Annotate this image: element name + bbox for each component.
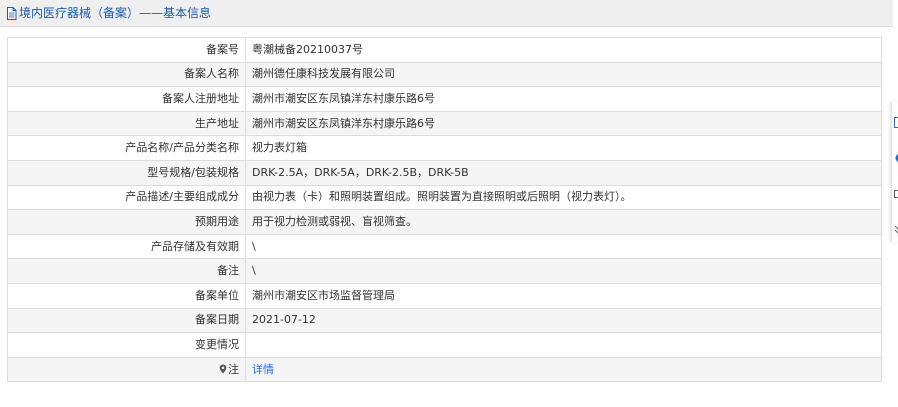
table-row: 备案人注册地址 潮州市潮安区东凤镇洋东村康乐路6号	[7, 86, 882, 112]
row-value: 潮州市潮安区东凤镇洋东村康乐路6号	[245, 86, 882, 112]
table-row: 备案人名称 潮州德任康科技发展有限公司	[7, 61, 882, 88]
row-value: 粤潮械备20210037号	[245, 37, 882, 63]
table-row: 产品存储及有效期 \	[7, 233, 882, 260]
note-label: 注	[228, 362, 239, 376]
row-label: 备案号	[7, 37, 246, 63]
row-value: \	[245, 233, 882, 260]
table-row: 产品名称/产品分类名称 视力表灯箱	[7, 135, 882, 161]
row-value	[245, 332, 882, 358]
table-row: 备案单位 潮州市潮安区市场监督管理局	[7, 282, 882, 309]
table-row: 变更情况	[7, 332, 882, 358]
row-value: \	[245, 258, 882, 284]
row-value: 视力表灯箱	[245, 135, 882, 161]
table-row: 备案号 粤潮械备20210037号	[7, 37, 882, 63]
row-label: 备案日期	[7, 307, 246, 334]
info-table: 备案号 粤潮械备20210037号 备案人名称 潮州德任康科技发展有限公司 备案…	[7, 37, 882, 383]
side-toolbar	[891, 102, 898, 242]
row-label: 产品名称/产品分类名称	[7, 135, 246, 161]
row-label: 备案人注册地址	[7, 86, 246, 112]
table-row: 预期用途 用于视力检测或弱视、盲视筛查。	[7, 209, 882, 235]
expand-icon[interactable]	[894, 224, 898, 236]
detail-link[interactable]: 详情	[252, 363, 274, 376]
table-row: 备注 \	[7, 258, 882, 284]
row-value: 潮州市潮安区东凤镇洋东村康乐路6号	[245, 110, 882, 137]
row-value: DRK-2.5A，DRK-5A，DRK-2.5B，DRK-5B	[245, 159, 882, 186]
row-value: 潮州德任康科技发展有限公司	[245, 61, 882, 88]
row-value: 用于视力检测或弱视、盲视筛查。	[245, 209, 882, 235]
page: 境内医疗器械（备案）——基本信息 备案号 粤潮械备20210037号 备案人名称…	[0, 0, 898, 407]
note-label-cell: 注	[7, 356, 246, 383]
row-label: 预期用途	[7, 209, 246, 235]
row-label: 备注	[7, 258, 246, 284]
row-label: 型号规格/包装规格	[7, 159, 246, 186]
document-icon	[6, 6, 17, 20]
row-label: 产品存储及有效期	[7, 233, 246, 260]
table-row-note: 注 详情	[7, 356, 882, 383]
page-title-text: 境内医疗器械（备案）——基本信息	[19, 6, 212, 20]
edit-icon[interactable]	[894, 116, 898, 128]
note-value-cell: 详情	[245, 356, 882, 383]
table-row: 型号规格/包装规格 DRK-2.5A，DRK-5A，DRK-2.5B，DRK-5…	[7, 159, 882, 186]
table-row: 生产地址 潮州市潮安区东凤镇洋东村康乐路6号	[7, 110, 882, 137]
page-title: 境内医疗器械（备案）——基本信息	[6, 6, 211, 20]
table-row: 备案日期 2021-07-12	[7, 307, 882, 334]
thumb-icon[interactable]	[894, 188, 898, 200]
header-bar: 境内医疗器械（备案）——基本信息	[0, 0, 893, 27]
row-label: 生产地址	[7, 110, 246, 137]
row-label: 变更情况	[7, 332, 246, 358]
row-value: 由视力表（卡）和照明装置组成。照明装置为直接照明或后照明（视力表灯）。	[245, 184, 882, 211]
row-value: 潮州市潮安区市场监督管理局	[245, 282, 882, 309]
chat-icon[interactable]	[894, 152, 898, 164]
row-label: 备案单位	[7, 282, 246, 309]
map-pin-icon	[219, 364, 227, 374]
row-label: 备案人名称	[7, 61, 246, 88]
row-label: 产品描述/主要组成成分	[7, 184, 246, 211]
table-row: 产品描述/主要组成成分 由视力表（卡）和照明装置组成。照明装置为直接照明或后照明…	[7, 184, 882, 211]
row-value: 2021-07-12	[245, 307, 882, 334]
